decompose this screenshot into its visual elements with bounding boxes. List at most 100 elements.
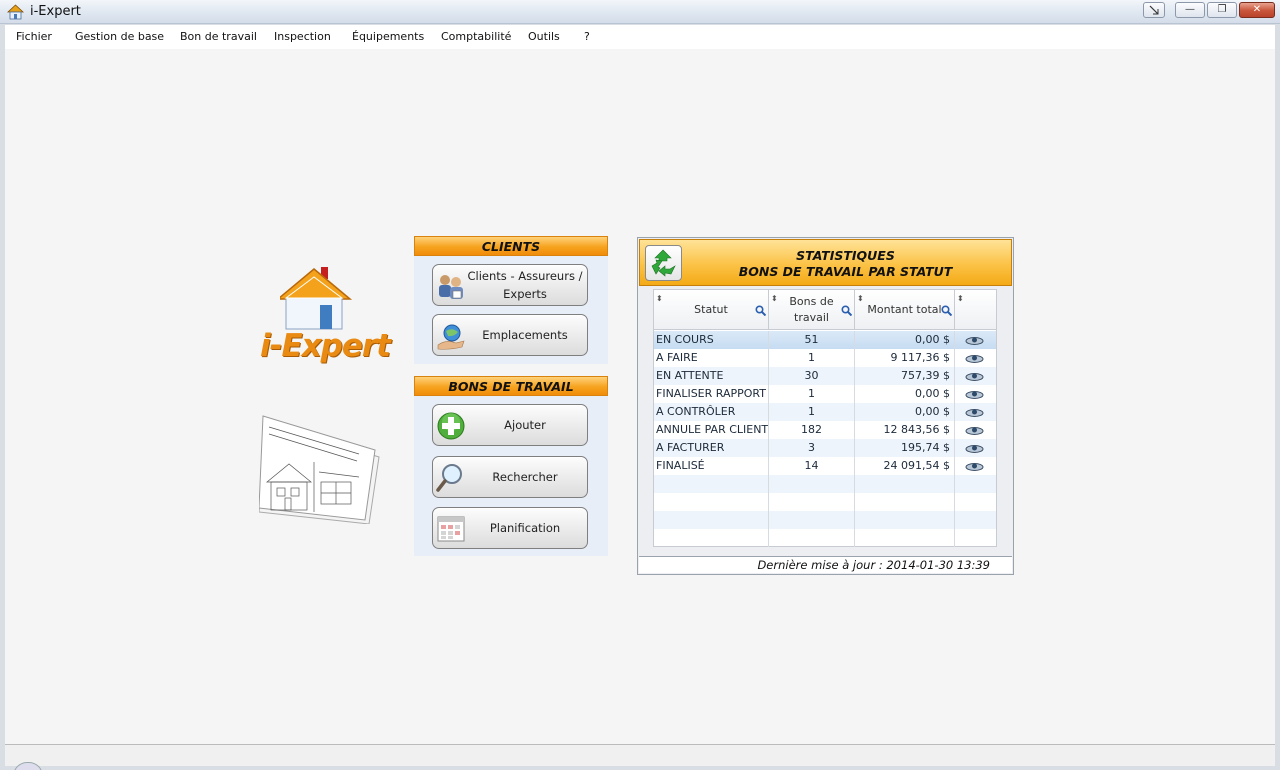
grid-header: ⬍ Statut ⬍ Bons de travail ⬍ Montant tot… — [654, 290, 996, 330]
empty-cell — [955, 529, 996, 547]
empty-cell — [955, 475, 996, 493]
empty-cell — [855, 475, 955, 493]
column-label-montant: Montant total — [867, 303, 942, 316]
view-eye-icon[interactable] — [965, 335, 984, 345]
menu-bon-de-travail[interactable]: Bon de travail — [180, 30, 257, 43]
bons-de-travail-header: BONS DE TRAVAIL — [414, 376, 608, 396]
view-eye-icon[interactable] — [965, 353, 984, 363]
ajouter-label: Ajouter — [504, 418, 546, 432]
house-app-icon — [7, 4, 24, 20]
help-resize-button[interactable] — [1143, 2, 1165, 18]
cell-view[interactable] — [955, 403, 996, 421]
table-row[interactable]: FINALISÉ 14 24 091,54 $ — [654, 457, 996, 475]
blueprint-image — [259, 412, 384, 524]
menu-equipements[interactable]: Équipements — [352, 30, 424, 43]
cell-statut: EN COURS — [654, 331, 769, 349]
table-row[interactable]: ANNULE PAR CLIENT 182 12 843,56 $ — [654, 421, 996, 439]
cell-view[interactable] — [955, 457, 996, 475]
rechercher-button[interactable]: Rechercher — [432, 456, 588, 498]
empty-cell — [769, 493, 855, 511]
view-eye-icon[interactable] — [965, 443, 984, 453]
table-row[interactable]: A CONTRÔLER 1 0,00 $ — [654, 403, 996, 421]
table-row[interactable]: FINALISER RAPPORT 1 0,00 $ — [654, 385, 996, 403]
view-eye-icon[interactable] — [965, 425, 984, 435]
restore-button[interactable]: ❐ — [1207, 2, 1237, 18]
filter-search-icon[interactable] — [941, 305, 952, 316]
menu-outils[interactable]: Outils — [528, 30, 560, 43]
empty-row — [654, 511, 996, 529]
sort-icon[interactable]: ⬍ — [957, 291, 964, 307]
view-eye-icon[interactable] — [965, 407, 984, 417]
menu-help[interactable]: ? — [584, 30, 590, 43]
cell-bons: 30 — [769, 367, 855, 385]
menu-inspection[interactable]: Inspection — [274, 30, 331, 43]
table-row[interactable]: EN COURS 51 0,00 $ — [654, 331, 996, 349]
add-plus-icon — [437, 412, 465, 440]
window-title: i-Expert — [30, 4, 81, 19]
refresh-button[interactable] — [645, 245, 682, 281]
menu-gestion-de-base[interactable]: Gestion de base — [75, 30, 164, 43]
cell-statut: ANNULE PAR CLIENT — [654, 421, 769, 439]
menu-comptabilite[interactable]: Comptabilité — [441, 30, 511, 43]
status-bar — [5, 744, 1275, 770]
column-header-view[interactable]: ⬍ — [955, 290, 996, 330]
clients-assureurs-experts-button[interactable]: Clients - Assureurs / Experts — [432, 264, 588, 306]
cell-montant: 24 091,54 $ — [855, 457, 955, 475]
filter-search-icon[interactable] — [841, 305, 852, 316]
sort-icon[interactable]: ⬍ — [771, 291, 778, 307]
cell-view[interactable] — [955, 331, 996, 349]
cell-montant: 0,00 $ — [855, 385, 955, 403]
empty-row — [654, 493, 996, 511]
table-row[interactable]: A FAIRE 1 9 117,36 $ — [654, 349, 996, 367]
view-eye-icon[interactable] — [965, 371, 984, 381]
table-row[interactable]: A FACTURER 3 195,74 $ — [654, 439, 996, 457]
view-eye-icon[interactable] — [965, 389, 984, 399]
statistics-title-line2: BONS DE TRAVAIL PAR STATUT — [738, 264, 953, 279]
recycle-refresh-icon — [651, 249, 676, 277]
globe-hand-icon — [437, 324, 465, 350]
bons-de-travail-section: BONS DE TRAVAIL Ajouter Rechercher Plani… — [414, 376, 608, 556]
cell-view[interactable] — [955, 367, 996, 385]
empty-cell — [654, 511, 769, 529]
calendar-icon — [437, 516, 465, 542]
cell-bons: 1 — [769, 403, 855, 421]
sort-icon[interactable]: ⬍ — [656, 291, 663, 307]
minimize-button[interactable]: — — [1175, 2, 1205, 18]
view-eye-icon[interactable] — [965, 461, 984, 471]
planification-button[interactable]: Planification — [432, 507, 588, 549]
last-update-label: Dernière mise à jour : 2014-01-30 13:39 — [639, 556, 1012, 573]
menu-bar: Fichier Gestion de base Bon de travail I… — [5, 25, 1275, 49]
resize-corner-icon — [1149, 5, 1159, 15]
emplacements-button[interactable]: Emplacements — [432, 314, 588, 356]
column-header-bons[interactable]: ⬍ Bons de travail — [769, 290, 855, 330]
cell-view[interactable] — [955, 349, 996, 367]
column-label-statut: Statut — [694, 303, 728, 316]
cell-view[interactable] — [955, 439, 996, 457]
empty-cell — [769, 511, 855, 529]
empty-cell — [654, 529, 769, 547]
column-header-montant[interactable]: ⬍ Montant total — [855, 290, 955, 330]
cell-statut: EN ATTENTE — [654, 367, 769, 385]
magnifier-icon — [436, 464, 462, 492]
planification-label: Planification — [489, 521, 561, 535]
cell-bons: 14 — [769, 457, 855, 475]
status-indicator-icon — [13, 762, 43, 770]
cell-montant: 195,74 $ — [855, 439, 955, 457]
ajouter-button[interactable]: Ajouter — [432, 404, 588, 446]
statistics-header: STATISTIQUES BONS DE TRAVAIL PAR STATUT — [639, 239, 1012, 286]
sort-icon[interactable]: ⬍ — [857, 291, 864, 307]
empty-cell — [855, 529, 955, 547]
cell-view[interactable] — [955, 385, 996, 403]
column-header-statut[interactable]: ⬍ Statut — [654, 290, 769, 330]
menu-fichier[interactable]: Fichier — [16, 30, 52, 43]
empty-cell — [855, 511, 955, 529]
table-row[interactable]: EN ATTENTE 30 757,39 $ — [654, 367, 996, 385]
cell-bons: 51 — [769, 331, 855, 349]
empty-row — [654, 475, 996, 493]
cell-view[interactable] — [955, 421, 996, 439]
cell-montant: 12 843,56 $ — [855, 421, 955, 439]
empty-cell — [955, 493, 996, 511]
statistics-title-line1: STATISTIQUES — [796, 248, 895, 263]
filter-search-icon[interactable] — [755, 305, 766, 316]
close-button[interactable]: ✕ — [1239, 2, 1275, 18]
